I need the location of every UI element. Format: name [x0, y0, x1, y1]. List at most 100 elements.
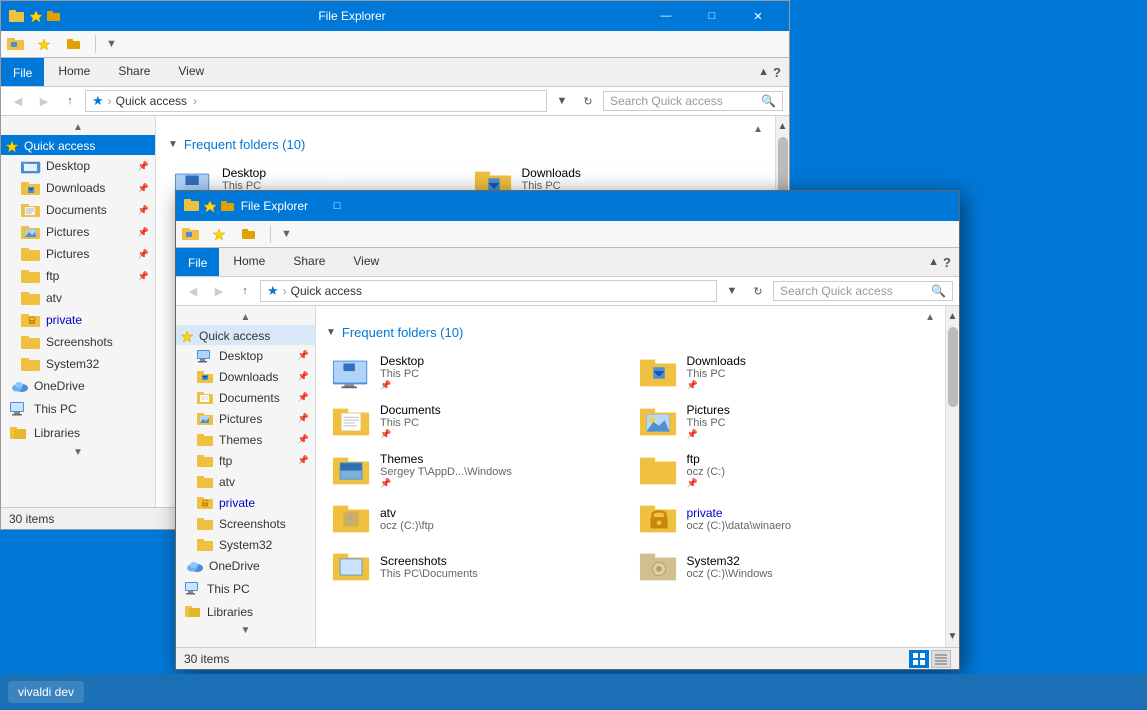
fg-large-icons-btn[interactable] — [909, 650, 929, 668]
bg-up-btn[interactable]: ↑ — [59, 90, 81, 112]
bg-close-btn[interactable]: ✕ — [735, 1, 781, 31]
bg-forward-btn[interactable]: ▶ — [33, 90, 55, 112]
fg-forward-btn[interactable]: ▶ — [208, 280, 230, 302]
fg-folder-private[interactable]: private ocz (C:)\data\winaero — [633, 497, 936, 541]
fg-sidebar-desktop[interactable]: Desktop 📌 — [176, 345, 315, 366]
fg-quick-folder[interactable] — [238, 223, 260, 245]
bg-quick-star[interactable] — [33, 33, 55, 55]
bg-sidebar-this-pc[interactable]: This PC — [1, 397, 155, 421]
fg-folder-documents[interactable]: Documents This PC 📌 — [326, 399, 629, 444]
fg-sidebar-this-pc[interactable]: This PC — [176, 577, 315, 600]
fg-folder-pictures[interactable]: Pictures This PC 📌 — [633, 399, 936, 444]
fg-tab-file[interactable]: File — [176, 248, 219, 276]
fg-sidebar-libraries[interactable]: Libraries — [176, 600, 315, 623]
bg-minimize-btn[interactable]: — — [643, 1, 689, 31]
fg-sidebar-downloads[interactable]: Downloads 📌 — [176, 366, 315, 387]
bg-sidebar-desktop[interactable]: Desktop 📌 — [1, 155, 155, 177]
fg-sidebar-quick-access[interactable]: Quick access — [176, 325, 315, 345]
fg-sidebar-themes[interactable]: Themes 📌 — [176, 429, 315, 450]
bg-search-icon[interactable]: 🔍 — [761, 94, 776, 108]
bg-ribbon-collapse[interactable]: ▲ — [758, 66, 769, 78]
bg-sidebar-scroll-down[interactable]: ▼ — [1, 445, 155, 460]
bg-section-header[interactable]: ▼ Frequent folders (10) — [168, 137, 763, 152]
bg-quick-folder[interactable] — [63, 33, 85, 55]
fg-search-icon[interactable]: 🔍 — [931, 284, 946, 298]
fg-sidebar-system32[interactable]: System32 — [176, 534, 315, 555]
fg-sidebar-scroll-down[interactable]: ▼ — [176, 623, 315, 638]
fg-section-header[interactable]: ▼ Frequent folders (10) — [326, 325, 935, 340]
fg-address-text: Quick access — [291, 284, 362, 298]
fg-folder-atv[interactable]: atv ocz (C:)\ftp — [326, 497, 629, 541]
fg-folder-system32[interactable]: System32 ocz (C:)\Windows — [633, 545, 936, 589]
fg-sidebar-private[interactable]: private — [176, 492, 315, 513]
fg-details-btn[interactable] — [931, 650, 951, 668]
bg-back-btn[interactable]: ◀ — [7, 90, 29, 112]
bg-win-controls[interactable]: — □ ✕ — [643, 1, 781, 31]
bg-refresh-btn[interactable]: ↻ — [577, 90, 599, 112]
fg-maximize-btn[interactable]: □ — [314, 191, 360, 221]
bg-content-scroll-up[interactable]: ▲ — [753, 124, 763, 135]
bg-sidebar-private[interactable]: private — [1, 309, 155, 331]
fg-ftp-pin-sm: 📌 — [687, 478, 726, 489]
bg-sidebar-documents[interactable]: Documents 📌 — [1, 199, 155, 221]
fg-quick-dropdown[interactable]: ▼ — [281, 228, 292, 240]
bg-address-dropdown[interactable]: ▼ — [551, 90, 573, 112]
fg-folder-downloads[interactable]: Downloads This PC 📌 — [633, 350, 936, 395]
bg-help-btn[interactable]: ? — [773, 65, 781, 80]
fg-up-btn[interactable]: ↑ — [234, 280, 256, 302]
fg-folder-screenshots[interactable]: Screenshots This PC\Documents — [326, 545, 629, 589]
bg-sidebar-system32[interactable]: System32 — [1, 353, 155, 375]
bg-tab-file[interactable]: File — [1, 58, 44, 86]
fg-back-btn[interactable]: ◀ — [182, 280, 204, 302]
fg-onedrive-icon — [184, 559, 204, 573]
bg-sidebar-onedrive[interactable]: OneDrive — [1, 375, 155, 397]
fg-content-scroll-up[interactable]: ▲ — [925, 312, 935, 323]
bg-sidebar-libraries[interactable]: Libraries — [1, 421, 155, 445]
fg-view-toggle[interactable] — [909, 650, 951, 668]
fg-sidebar-onedrive[interactable]: OneDrive — [176, 555, 315, 577]
bg-sidebar-quick-access[interactable]: Quick access — [1, 135, 155, 155]
fg-scroll-arrow-up[interactable]: ▲ — [945, 308, 959, 325]
fg-sidebar-pictures[interactable]: Pictures 📌 — [176, 408, 315, 429]
bg-search-box[interactable]: Search Quick access 🔍 — [603, 91, 783, 111]
bg-quick-dropdown[interactable]: ▼ — [106, 38, 117, 50]
fg-tab-view[interactable]: View — [339, 248, 393, 276]
bg-sidebar-pictures[interactable]: Pictures 📌 — [1, 221, 155, 243]
bg-sidebar-downloads[interactable]: Downloads 📌 — [1, 177, 155, 199]
fg-quick-star[interactable] — [208, 223, 230, 245]
fg-folder-themes[interactable]: Themes Sergey T\AppD...\Windows 📌 — [326, 448, 629, 493]
fg-tab-share[interactable]: Share — [279, 248, 339, 276]
bg-sidebar-ftp[interactable]: ftp 📌 — [1, 265, 155, 287]
fg-address-path[interactable]: ★ › Quick access — [260, 280, 717, 302]
bg-tab-home[interactable]: Home — [44, 58, 104, 86]
bg-sidebar-themes[interactable]: Pictures 📌 — [1, 243, 155, 265]
fg-help-btn[interactable]: ? — [943, 255, 951, 270]
fg-sidebar-ftp[interactable]: ftp 📌 — [176, 450, 315, 471]
fg-sidebar-scroll-up[interactable]: ▲ — [176, 310, 315, 325]
bg-sidebar-atv[interactable]: atv — [1, 287, 155, 309]
fg-scroll-arrow-down[interactable]: ▼ — [945, 628, 959, 645]
fg-documents-icon — [332, 404, 372, 440]
fg-scroll-thumb[interactable] — [948, 327, 958, 407]
fg-address-dropdown[interactable]: ▼ — [721, 280, 743, 302]
fg-ribbon-collapse[interactable]: ▲ — [928, 256, 939, 268]
fg-tab-home[interactable]: Home — [219, 248, 279, 276]
fg-sidebar-documents[interactable]: Documents 📌 — [176, 387, 315, 408]
bg-documents-folder-icon — [21, 202, 41, 218]
bg-tab-share[interactable]: Share — [104, 58, 164, 86]
fg-sidebar-atv[interactable]: atv — [176, 471, 315, 492]
taskbar-vivaldi[interactable]: vivaldi dev — [8, 681, 84, 703]
bg-tab-view[interactable]: View — [164, 58, 218, 86]
fg-minimize-btn[interactable]: — — [314, 161, 360, 191]
fg-folder-ftp[interactable]: ftp ocz (C:) 📌 — [633, 448, 936, 493]
bg-sidebar-screenshots[interactable]: Screenshots — [1, 331, 155, 353]
fg-search-box[interactable]: Search Quick access 🔍 — [773, 281, 953, 301]
bg-address-path[interactable]: ★ › Quick access › — [85, 90, 547, 112]
fg-sidebar-screenshots[interactable]: Screenshots — [176, 513, 315, 534]
bg-scroll-arrow-up[interactable]: ▲ — [775, 118, 789, 135]
fg-folder-desktop[interactable]: Desktop This PC 📌 — [326, 350, 629, 395]
bg-maximize-btn[interactable]: □ — [689, 1, 735, 31]
fg-refresh-btn[interactable]: ↻ — [747, 280, 769, 302]
fg-scrollbar[interactable]: ▲ ▼ — [945, 306, 959, 647]
bg-sidebar-scroll-up[interactable]: ▲ — [1, 120, 155, 135]
